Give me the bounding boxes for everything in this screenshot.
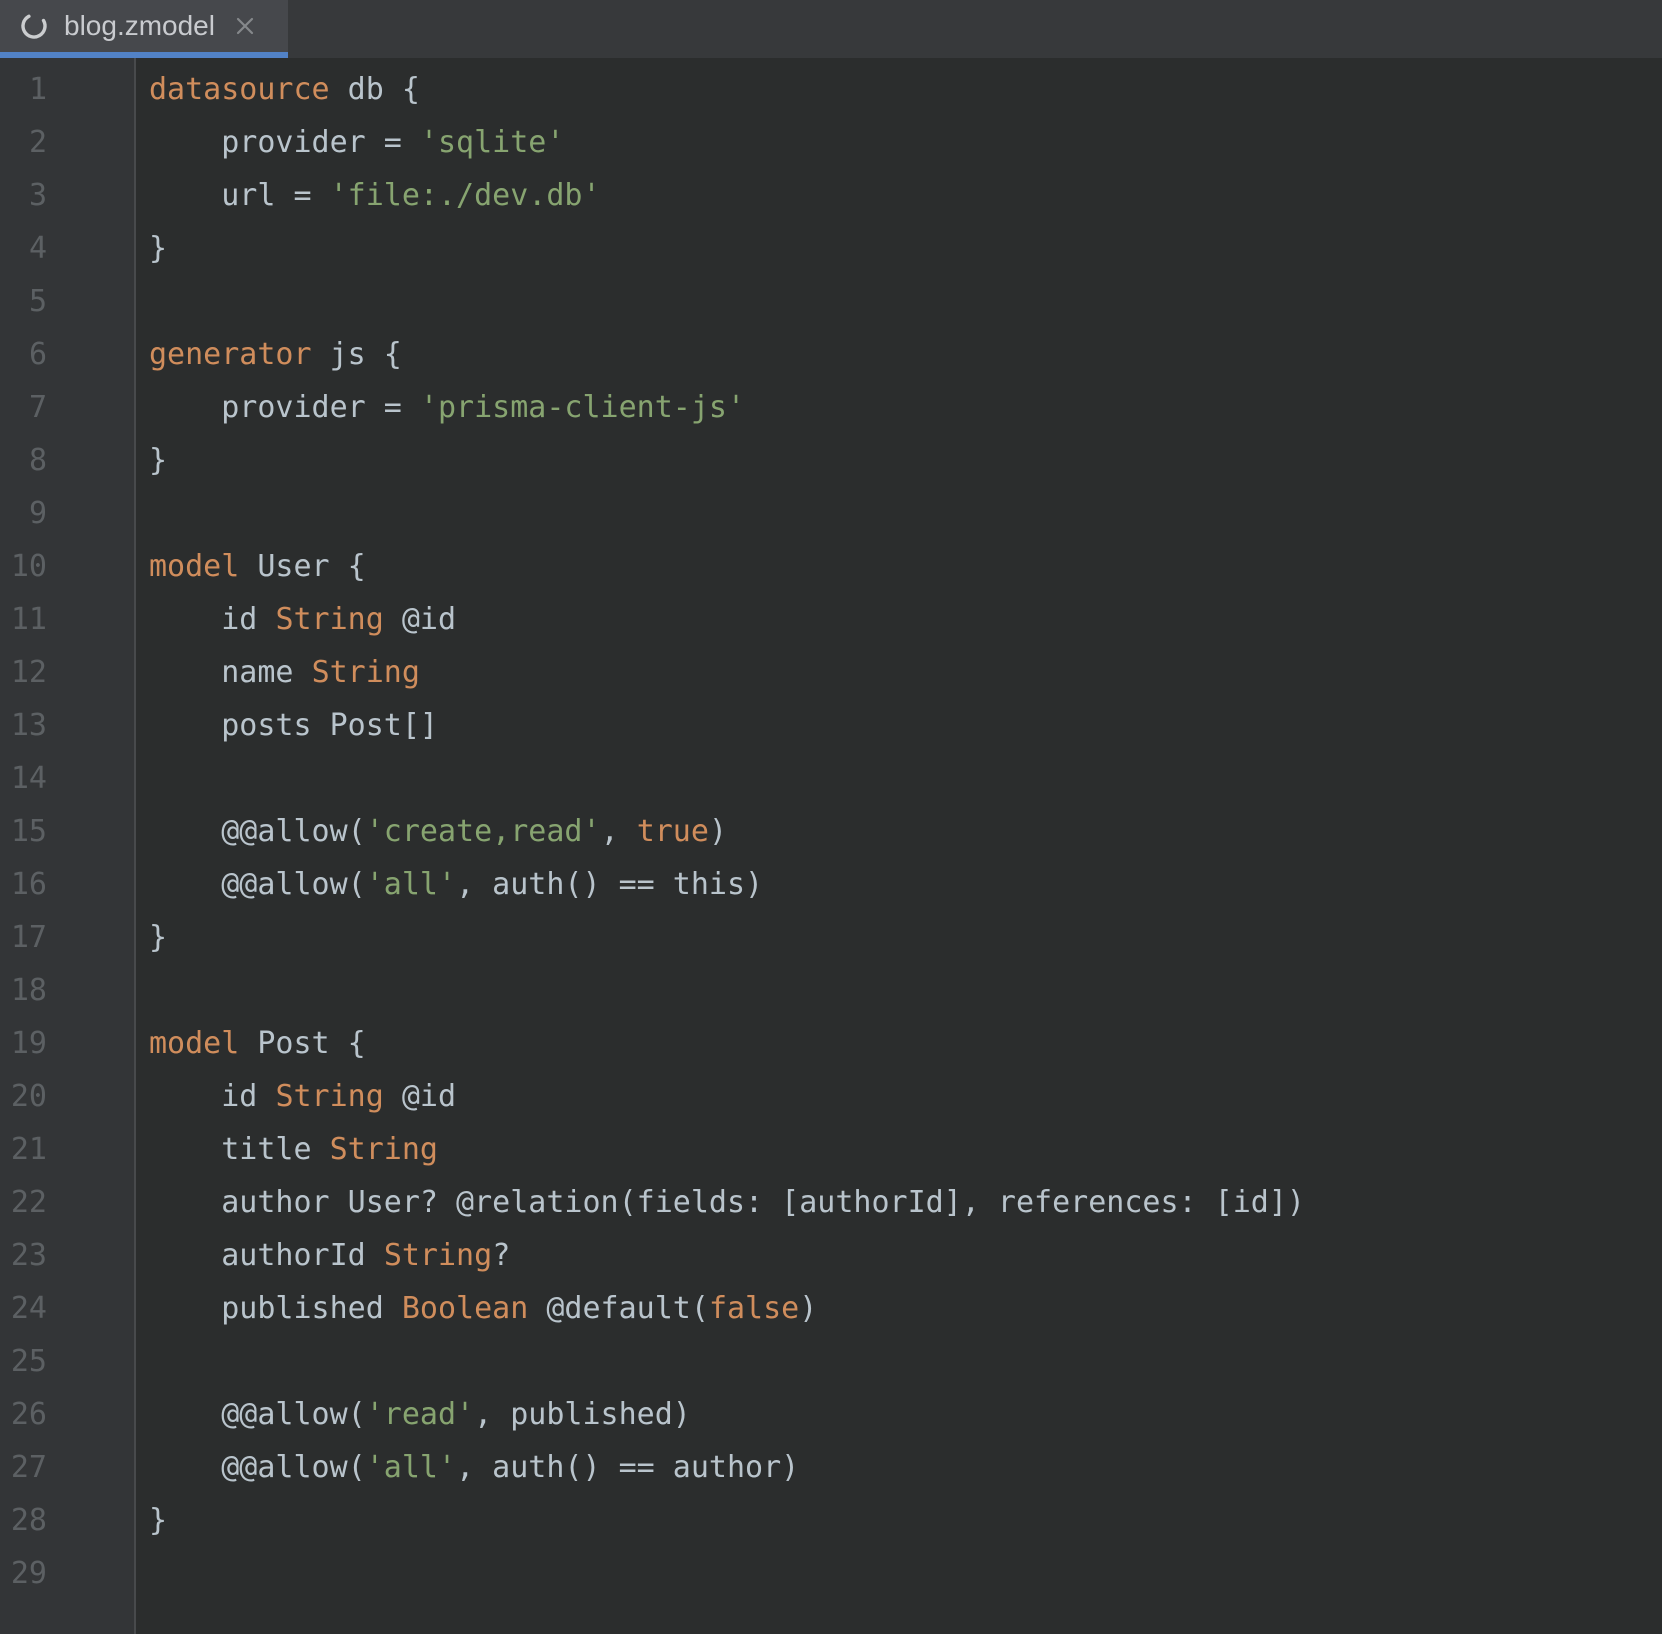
- code-text: model User {: [136, 540, 1662, 593]
- line-number[interactable]: 1: [0, 63, 136, 116]
- line-number[interactable]: 26: [0, 1388, 136, 1441]
- code-text: model Post {: [136, 1017, 1662, 1070]
- code-line[interactable]: 15 @@allow('create,read', true): [0, 805, 1662, 858]
- code-line[interactable]: 5: [0, 275, 1662, 328]
- code-line[interactable]: 21 title String: [0, 1123, 1662, 1176]
- line-number[interactable]: 12: [0, 646, 136, 699]
- code-text: }: [136, 222, 1662, 275]
- code-line[interactable]: 9: [0, 487, 1662, 540]
- code-line[interactable]: 28}: [0, 1494, 1662, 1547]
- line-number[interactable]: 9: [0, 487, 136, 540]
- code-text: @@allow('create,read', true): [136, 805, 1662, 858]
- code-text: id String @id: [136, 1070, 1662, 1123]
- code-line[interactable]: 8}: [0, 434, 1662, 487]
- code-text: [136, 1547, 1662, 1600]
- line-number[interactable]: 28: [0, 1494, 136, 1547]
- line-number[interactable]: 22: [0, 1176, 136, 1229]
- code-text: published Boolean @default(false): [136, 1282, 1662, 1335]
- line-number[interactable]: 17: [0, 911, 136, 964]
- line-number[interactable]: 11: [0, 593, 136, 646]
- code-text: [136, 1335, 1662, 1388]
- code-text: generator js {: [136, 328, 1662, 381]
- code-line[interactable]: 12 name String: [0, 646, 1662, 699]
- code-text: [136, 487, 1662, 540]
- code-line[interactable]: 10model User {: [0, 540, 1662, 593]
- code-text: [136, 964, 1662, 1017]
- code-line[interactable]: 27 @@allow('all', auth() == author): [0, 1441, 1662, 1494]
- code-line[interactable]: 6generator js {: [0, 328, 1662, 381]
- code-text: provider = 'sqlite': [136, 116, 1662, 169]
- code-line[interactable]: 3 url = 'file:./dev.db': [0, 169, 1662, 222]
- line-number[interactable]: 19: [0, 1017, 136, 1070]
- code-line[interactable]: 23 authorId String?: [0, 1229, 1662, 1282]
- code-line[interactable]: 4}: [0, 222, 1662, 275]
- line-number[interactable]: 24: [0, 1282, 136, 1335]
- code-text: posts Post[]: [136, 699, 1662, 752]
- code-line[interactable]: 16 @@allow('all', auth() == this): [0, 858, 1662, 911]
- editor-tab-bar: blog.zmodel: [0, 0, 1662, 58]
- code-text: [136, 752, 1662, 805]
- line-number[interactable]: 8: [0, 434, 136, 487]
- tab-title: blog.zmodel: [64, 12, 215, 40]
- code-line[interactable]: 1datasource db {: [0, 63, 1662, 116]
- line-number[interactable]: 25: [0, 1335, 136, 1388]
- line-number[interactable]: 13: [0, 699, 136, 752]
- line-number[interactable]: 27: [0, 1441, 136, 1494]
- code-text: title String: [136, 1123, 1662, 1176]
- code-line[interactable]: 24 published Boolean @default(false): [0, 1282, 1662, 1335]
- code-line[interactable]: 14: [0, 752, 1662, 805]
- line-number[interactable]: 3: [0, 169, 136, 222]
- code-line[interactable]: 2 provider = 'sqlite': [0, 116, 1662, 169]
- code-line[interactable]: 29: [0, 1547, 1662, 1600]
- line-number[interactable]: 14: [0, 752, 136, 805]
- code-line[interactable]: 17}: [0, 911, 1662, 964]
- code-line[interactable]: 20 id String @id: [0, 1070, 1662, 1123]
- tab-blog-zmodel[interactable]: blog.zmodel: [0, 0, 288, 58]
- code-text: name String: [136, 646, 1662, 699]
- line-number[interactable]: 5: [0, 275, 136, 328]
- code-text: datasource db {: [136, 63, 1662, 116]
- code-text: }: [136, 1494, 1662, 1547]
- code-line[interactable]: 7 provider = 'prisma-client-js': [0, 381, 1662, 434]
- line-number[interactable]: 23: [0, 1229, 136, 1282]
- code-text: @@allow('all', auth() == this): [136, 858, 1662, 911]
- code-text: }: [136, 434, 1662, 487]
- code-editor[interactable]: 1datasource db {2 provider = 'sqlite'3 u…: [0, 58, 1662, 1634]
- line-number[interactable]: 7: [0, 381, 136, 434]
- line-number[interactable]: 6: [0, 328, 136, 381]
- line-number[interactable]: 20: [0, 1070, 136, 1123]
- line-number[interactable]: 21: [0, 1123, 136, 1176]
- close-icon[interactable]: [233, 14, 257, 38]
- code-line[interactable]: 26 @@allow('read', published): [0, 1388, 1662, 1441]
- line-number[interactable]: 15: [0, 805, 136, 858]
- line-number[interactable]: 29: [0, 1547, 136, 1600]
- code-text: @@allow('all', auth() == author): [136, 1441, 1662, 1494]
- code-line[interactable]: 18: [0, 964, 1662, 1017]
- line-number[interactable]: 2: [0, 116, 136, 169]
- line-number[interactable]: 4: [0, 222, 136, 275]
- code-line[interactable]: 22 author User? @relation(fields: [autho…: [0, 1176, 1662, 1229]
- line-number[interactable]: 18: [0, 964, 136, 1017]
- code-lines: 1datasource db {2 provider = 'sqlite'3 u…: [0, 58, 1662, 1600]
- code-line[interactable]: 25: [0, 1335, 1662, 1388]
- line-number[interactable]: 16: [0, 858, 136, 911]
- code-line[interactable]: 13 posts Post[]: [0, 699, 1662, 752]
- code-text: author User? @relation(fields: [authorId…: [136, 1176, 1662, 1229]
- code-text: }: [136, 911, 1662, 964]
- code-text: @@allow('read', published): [136, 1388, 1662, 1441]
- code-line[interactable]: 19model Post {: [0, 1017, 1662, 1070]
- code-text: url = 'file:./dev.db': [136, 169, 1662, 222]
- file-ring-icon: [20, 12, 48, 40]
- code-text: id String @id: [136, 593, 1662, 646]
- code-line[interactable]: 11 id String @id: [0, 593, 1662, 646]
- code-text: provider = 'prisma-client-js': [136, 381, 1662, 434]
- code-text: authorId String?: [136, 1229, 1662, 1282]
- code-text: [136, 275, 1662, 328]
- line-number[interactable]: 10: [0, 540, 136, 593]
